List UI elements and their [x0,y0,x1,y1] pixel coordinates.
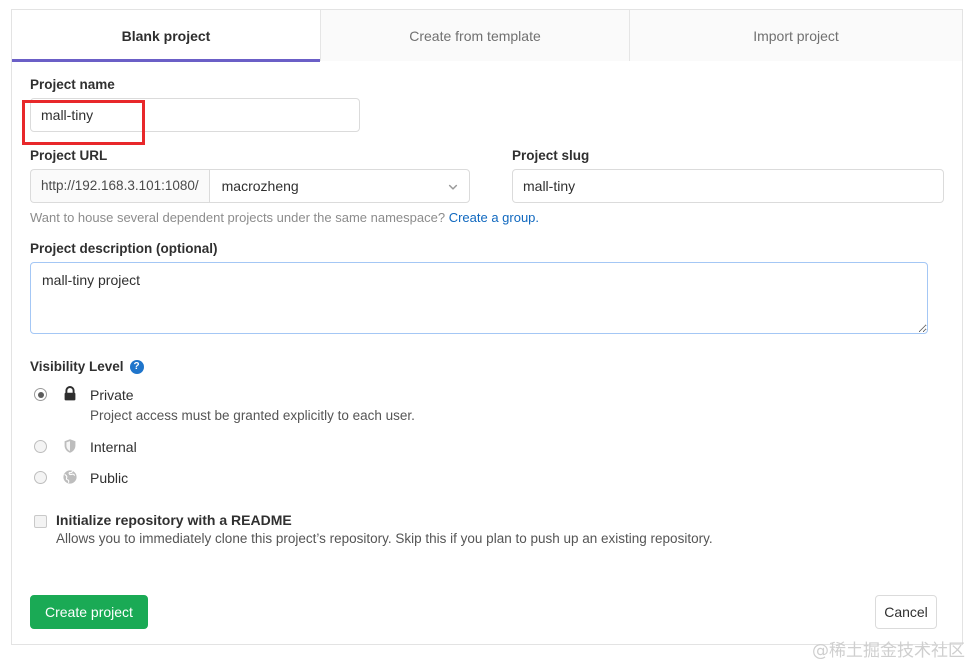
visibility-level-header: Visibility Level ? [30,359,944,374]
project-slug-label: Project slug [512,148,590,163]
project-description-label: Project description (optional) [30,241,218,256]
visibility-level-label: Visibility Level [30,359,124,374]
globe-icon [61,468,79,486]
help-circle-icon[interactable]: ? [129,359,144,374]
project-url-input-group: http://192.168.3.101:1080/ macrozheng [30,169,470,203]
lock-icon [61,385,79,403]
new-project-form: Project name Project URL http://192.168.… [12,61,962,546]
project-slug-group: Project slug [512,148,944,203]
visibility-radio-internal[interactable] [34,439,47,453]
visibility-option-public[interactable]: Public [30,468,944,488]
project-name-label: Project name [30,77,115,92]
project-description-textarea[interactable] [30,262,928,334]
new-project-card: Blank project Create from template Impor… [11,9,963,645]
project-description-group: Project description (optional) [30,241,944,337]
visibility-internal-title: Internal [90,438,137,455]
create-a-group-link[interactable]: Create a group. [449,210,539,225]
initialize-readme-text: Initialize repository with a README Allo… [56,512,713,546]
tab-blank-project-label: Blank project [121,27,211,44]
visibility-public-text: Public [90,468,128,488]
cancel-button[interactable]: Cancel [875,595,937,629]
project-url-label: Project URL [30,148,108,163]
namespace-hint: Want to house several dependent projects… [30,210,944,225]
tab-import-project[interactable]: Import project [630,10,962,61]
namespace-hint-text: Want to house several dependent projects… [30,210,446,225]
visibility-internal-text: Internal [90,437,137,457]
watermark: @稀土掘金技术社区 [812,641,965,661]
shield-icon [61,437,79,455]
tab-blank-project[interactable]: Blank project [12,10,321,62]
project-name-input[interactable] [30,98,360,132]
visibility-radio-private[interactable] [34,388,47,401]
project-type-tabs: Blank project Create from template Impor… [12,10,962,62]
create-project-button[interactable]: Create project [30,595,148,629]
tab-create-from-template[interactable]: Create from template [321,10,630,61]
namespace-select[interactable]: macrozheng [208,169,470,203]
project-slug-input[interactable] [512,169,944,203]
tab-import-project-label: Import project [753,27,839,44]
visibility-private-description: Project access must be granted explicitl… [90,408,415,424]
initialize-readme-checkbox[interactable] [34,515,47,529]
initialize-readme-group: Initialize repository with a README Allo… [30,512,944,546]
visibility-private-title: Private [90,387,134,403]
visibility-radio-public[interactable] [34,471,47,485]
tab-create-from-template-label: Create from template [409,27,541,44]
initialize-readme-title: Initialize repository with a README [56,512,292,529]
project-url-group: Project URL http://192.168.3.101:1080/ m… [30,148,482,203]
url-slug-row: Project URL http://192.168.3.101:1080/ m… [30,148,944,203]
visibility-option-private[interactable]: Private Project access must be granted e… [30,385,944,426]
project-url-prefix: http://192.168.3.101:1080/ [30,169,209,203]
namespace-select-value: macrozheng [221,178,299,194]
visibility-option-internal[interactable]: Internal [30,437,944,457]
chevron-down-icon [447,180,459,192]
visibility-private-text: Private Project access must be granted e… [90,385,415,426]
initialize-readme-description: Allows you to immediately clone this pro… [56,531,713,547]
visibility-public-title: Public [90,470,129,487]
